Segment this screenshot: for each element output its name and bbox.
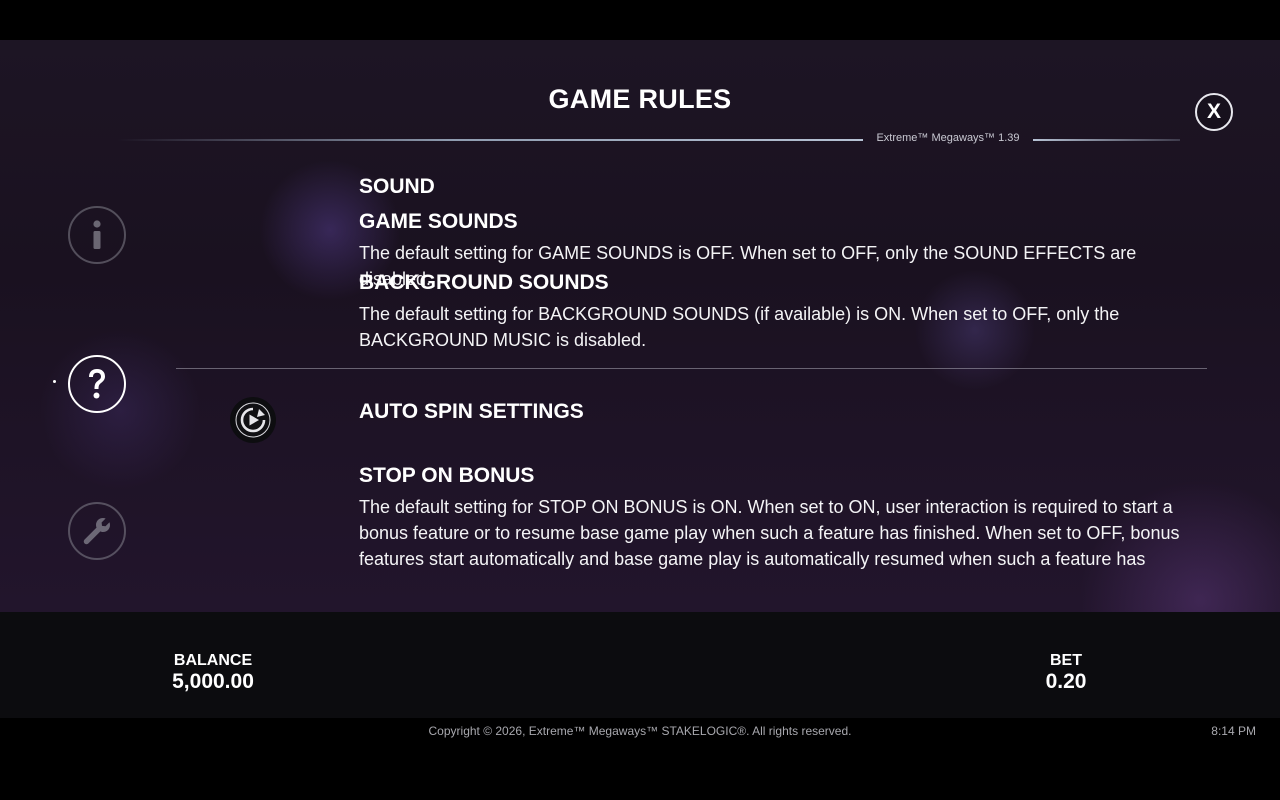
stop-on-bonus-text: The default setting for STOP ON BONUS is… [359, 497, 1180, 577]
section-title-auto-spin: AUTO SPIN SETTINGS [359, 400, 584, 423]
balance-meter: BALANCE 5,000.00 [153, 652, 273, 694]
subsection-title-stop-on-bonus: STOP ON BONUS [359, 464, 535, 487]
bet-meter: BET 0.20 [1026, 652, 1106, 694]
bet-value: 0.20 [1045, 670, 1087, 693]
copyright-text: Copyright © 2026, Extreme™ Megaways™ STA… [428, 724, 852, 738]
clock: 8:14 PM [1211, 724, 1256, 738]
subsection-title-game-sounds: GAME SOUNDS [359, 210, 518, 233]
subsection-title-background-sounds: BACKGROUND SOUNDS [359, 271, 609, 294]
balance-label: BALANCE [173, 652, 253, 669]
background-sounds-text: The default setting for BACKGROUND SOUND… [359, 304, 1120, 350]
section-title-sound: SOUND [359, 175, 435, 198]
bet-label: BET [1050, 652, 1082, 669]
section-divider [176, 368, 1207, 369]
game-rules-screen: GAME RULES X Extreme™ Megaways™ 1.39 SOU… [0, 0, 1280, 800]
footer-bar: BALANCE 5,000.00 BET 0.20 [0, 612, 1280, 718]
rules-content[interactable]: SOUND GAME SOUNDS The default setting fo… [0, 40, 1280, 577]
rules-panel: GAME RULES X Extreme™ Megaways™ 1.39 SOU… [0, 40, 1280, 612]
autospin-icon [230, 397, 276, 443]
balance-value: 5,000.00 [172, 670, 254, 693]
